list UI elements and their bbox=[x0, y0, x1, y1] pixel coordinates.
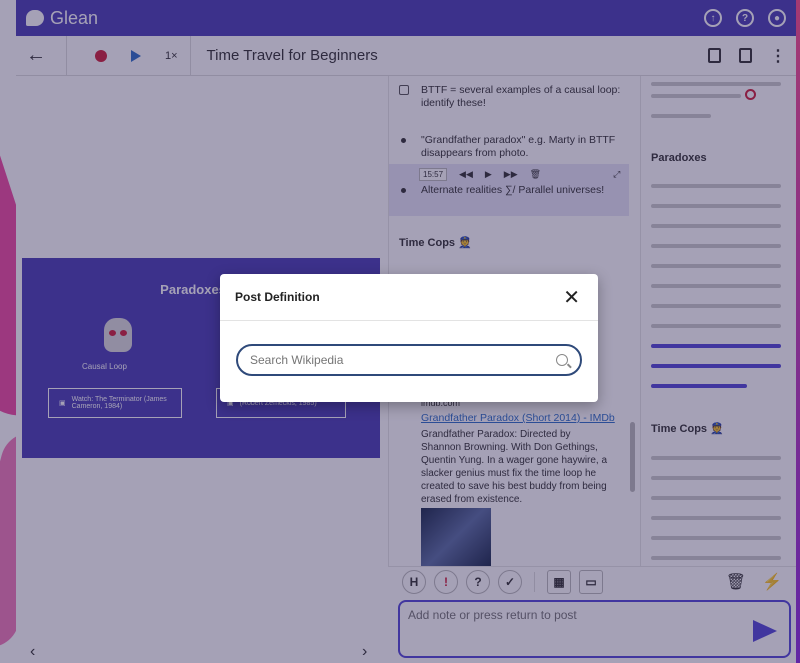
modal-divider bbox=[220, 320, 598, 321]
post-definition-modal: Post Definition ✕ bbox=[220, 274, 598, 402]
search-icon[interactable] bbox=[556, 354, 568, 366]
modal-title: Post Definition bbox=[235, 290, 320, 304]
wikipedia-search bbox=[236, 344, 582, 376]
search-input[interactable] bbox=[250, 353, 540, 367]
close-icon[interactable]: ✕ bbox=[563, 285, 580, 310]
